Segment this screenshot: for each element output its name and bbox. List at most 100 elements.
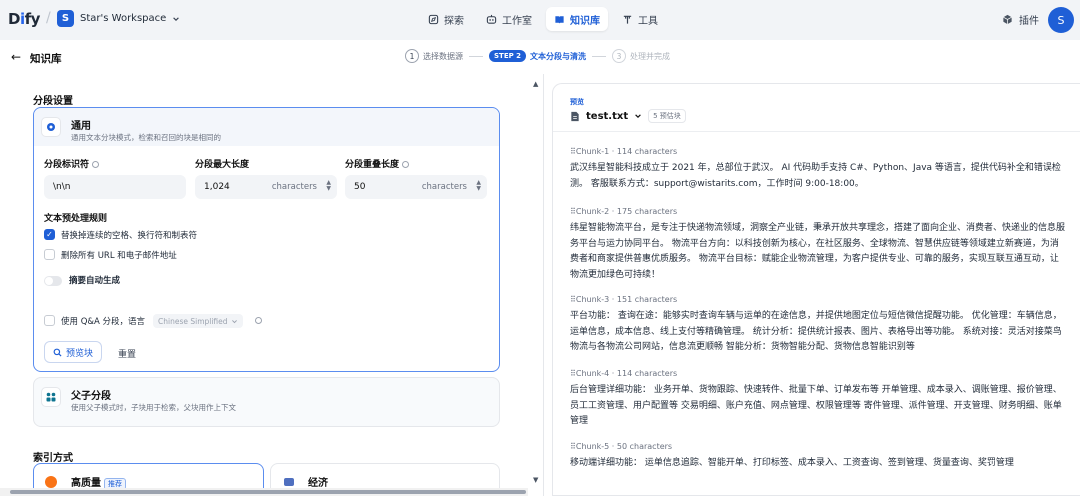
chunk-header: ⠿Chunk-2 · 175 characters bbox=[570, 207, 678, 216]
separator-input[interactable]: \n\n bbox=[44, 175, 186, 199]
replace-whitespace-label: 替换掉连续的空格、换行符和制表符 bbox=[61, 231, 198, 241]
rules-title: 文本预处理规则 bbox=[44, 214, 108, 224]
step-2-badge: STEP 2 bbox=[489, 50, 527, 62]
chevron-down-icon bbox=[635, 114, 641, 119]
file-selector[interactable]: test.txt 5 预估块 bbox=[570, 109, 686, 123]
delete-urls-label: 删除所有 URL 和电子邮件地址 bbox=[61, 251, 177, 261]
page-title: 知识库 bbox=[30, 53, 62, 65]
cube-icon bbox=[1003, 14, 1012, 25]
max-length-unit: characters bbox=[271, 182, 317, 192]
nav-knowledge[interactable]: 知识库 bbox=[546, 7, 608, 31]
top-nav: Dify / S Star's Workspace 探索 工作室 知识库 工具 … bbox=[0, 0, 1080, 40]
stepper-arrows-icon[interactable]: ▲ ▼ bbox=[476, 180, 481, 192]
file-icon bbox=[571, 111, 579, 121]
preview-chunks-button[interactable]: 预览块 bbox=[44, 341, 103, 363]
max-length-label: 分段最大长度 bbox=[195, 160, 250, 170]
chunk-header: ⠿Chunk-4 · 114 characters bbox=[570, 369, 678, 378]
chevron-down-icon bbox=[173, 16, 180, 21]
plugin-label: 插件 bbox=[1019, 16, 1039, 27]
overlap-unit: characters bbox=[421, 182, 467, 192]
max-length-input[interactable]: 1,024 characters ▲ ▼ bbox=[195, 175, 337, 199]
left-vertical-scrollbar[interactable]: ▲ ▼ bbox=[530, 76, 542, 488]
step-1-number: 1 bbox=[405, 49, 419, 63]
tools-icon bbox=[623, 15, 632, 24]
help-icon[interactable] bbox=[92, 161, 100, 168]
file-name: test.txt bbox=[586, 110, 629, 122]
separator-label: 分段标识符 bbox=[44, 157, 100, 170]
step-2-label: 文本分段与清洗 bbox=[530, 51, 587, 61]
chunk-text: 平台功能： 查询在途：能够实时查询车辆与运单的在途信息，并提供地图定位与短信微信… bbox=[570, 311, 1062, 352]
nav-divider: / bbox=[46, 10, 51, 26]
stepper: 1 选择数据源 STEP 2 文本分段与清洗 3 处理并完成 bbox=[405, 49, 670, 63]
chunk-text: 武汉纬星智能科技成立于 2021 年，总部位于武汉。 AI 代码助手支持 C#、… bbox=[570, 163, 1061, 189]
overlap-label: 分段重叠长度 bbox=[345, 157, 410, 170]
back-arrow-icon[interactable]: ← bbox=[11, 50, 21, 64]
scrollbar-thumb[interactable] bbox=[10, 490, 526, 494]
qa-checkbox[interactable] bbox=[44, 315, 55, 326]
index-section-title: 索引方式 bbox=[33, 453, 73, 464]
summary-toggle[interactable] bbox=[44, 276, 62, 286]
chunk-text: 后台管理详细功能： 业务开单、货物跟踪、快速转件、批量下单、订单发布等 开单管理… bbox=[570, 385, 1062, 426]
max-length-value: 1,024 bbox=[204, 182, 230, 192]
general-card-title: 通用 bbox=[71, 121, 91, 132]
panel-divider bbox=[543, 74, 544, 496]
chunk-text: 纬星智能物流平台，是专注于快递物流领域，洞察全产业链，秉承开放共享理念，搭建了面… bbox=[570, 223, 1066, 280]
nav-explore[interactable]: 探索 bbox=[420, 7, 472, 31]
explore-icon bbox=[428, 14, 439, 24]
chunk-header: ⠿Chunk-1 · 114 characters bbox=[570, 147, 678, 156]
qa-label: 使用 Q&A 分段，语言 bbox=[61, 317, 146, 327]
step-1-label: 选择数据源 bbox=[423, 51, 463, 61]
workspace-switcher[interactable]: S Star's Workspace bbox=[57, 10, 180, 27]
preview-panel bbox=[552, 83, 1080, 496]
parent-child-icon bbox=[46, 392, 56, 402]
general-mode-icon-box bbox=[41, 117, 61, 137]
nav-knowledge-label: 知识库 bbox=[570, 15, 600, 27]
workspace-name: Star's Workspace bbox=[80, 13, 167, 24]
nav-tools[interactable]: 工具 bbox=[614, 7, 666, 31]
nav-explore-label: 探索 bbox=[444, 15, 464, 27]
scroll-up-icon[interactable]: ▲ bbox=[533, 80, 538, 88]
preview-label: 预览 bbox=[570, 98, 584, 106]
nav-studio-label: 工作室 bbox=[502, 15, 532, 27]
knowledge-icon bbox=[555, 15, 564, 24]
plugin-button[interactable]: 插件 bbox=[1002, 12, 1039, 27]
chevron-down-icon bbox=[231, 319, 237, 323]
overlap-input[interactable]: 50 characters ▲ ▼ bbox=[345, 175, 487, 199]
left-horizontal-scrollbar[interactable] bbox=[0, 488, 528, 496]
delete-urls-checkbox[interactable] bbox=[44, 249, 55, 260]
step-3-number: 3 bbox=[612, 49, 627, 63]
workspace-badge: S bbox=[57, 10, 74, 27]
preview-button-label: 预览块 bbox=[66, 348, 94, 359]
reset-button[interactable]: 重置 bbox=[118, 347, 136, 360]
chunk-header: ⠿Chunk-3 · 151 characters bbox=[570, 295, 678, 304]
step-connector bbox=[592, 55, 607, 57]
parent-child-title: 父子分段 bbox=[71, 391, 111, 402]
estimated-chunk-count: 5 预估块 bbox=[648, 109, 686, 123]
app-logo[interactable]: Dify bbox=[8, 10, 40, 28]
chunk-header: ⠿Chunk-5 · 50 characters bbox=[570, 442, 673, 451]
gear-icon bbox=[47, 123, 55, 131]
qa-language-select[interactable]: Chinese Simplified bbox=[153, 314, 243, 328]
chunk-text: 移动端详细功能： 运单信息追踪、智能开单、打印标签、成本录入、工资查询、签到管理… bbox=[570, 458, 1014, 468]
qa-language-value: Chinese Simplified bbox=[158, 316, 228, 326]
nav-studio[interactable]: 工作室 bbox=[478, 7, 540, 31]
overlap-value: 50 bbox=[354, 182, 366, 192]
search-icon bbox=[53, 348, 62, 357]
user-avatar[interactable]: S bbox=[1048, 7, 1074, 33]
parent-child-icon-box bbox=[41, 387, 61, 407]
summary-label: 摘要自动生成 bbox=[69, 276, 121, 286]
step-3-label: 处理并完成 bbox=[630, 51, 671, 61]
step-connector bbox=[469, 55, 483, 57]
help-icon[interactable] bbox=[255, 317, 262, 324]
help-icon[interactable] bbox=[402, 161, 410, 168]
nav-tools-label: 工具 bbox=[638, 15, 658, 27]
economy-icon bbox=[284, 478, 294, 486]
parent-child-desc: 使用父子模式时，子块用于检索，父块用作上下文 bbox=[71, 403, 236, 412]
studio-icon bbox=[486, 14, 497, 24]
segmentation-section-title: 分段设置 bbox=[33, 96, 73, 107]
economy-title: 经济 bbox=[308, 478, 328, 489]
replace-whitespace-checkbox[interactable]: ✓ bbox=[44, 229, 55, 240]
scroll-down-icon[interactable]: ▼ bbox=[533, 476, 538, 484]
high-quality-icon bbox=[45, 476, 57, 488]
stepper-arrows-icon[interactable]: ▲ ▼ bbox=[326, 180, 331, 192]
